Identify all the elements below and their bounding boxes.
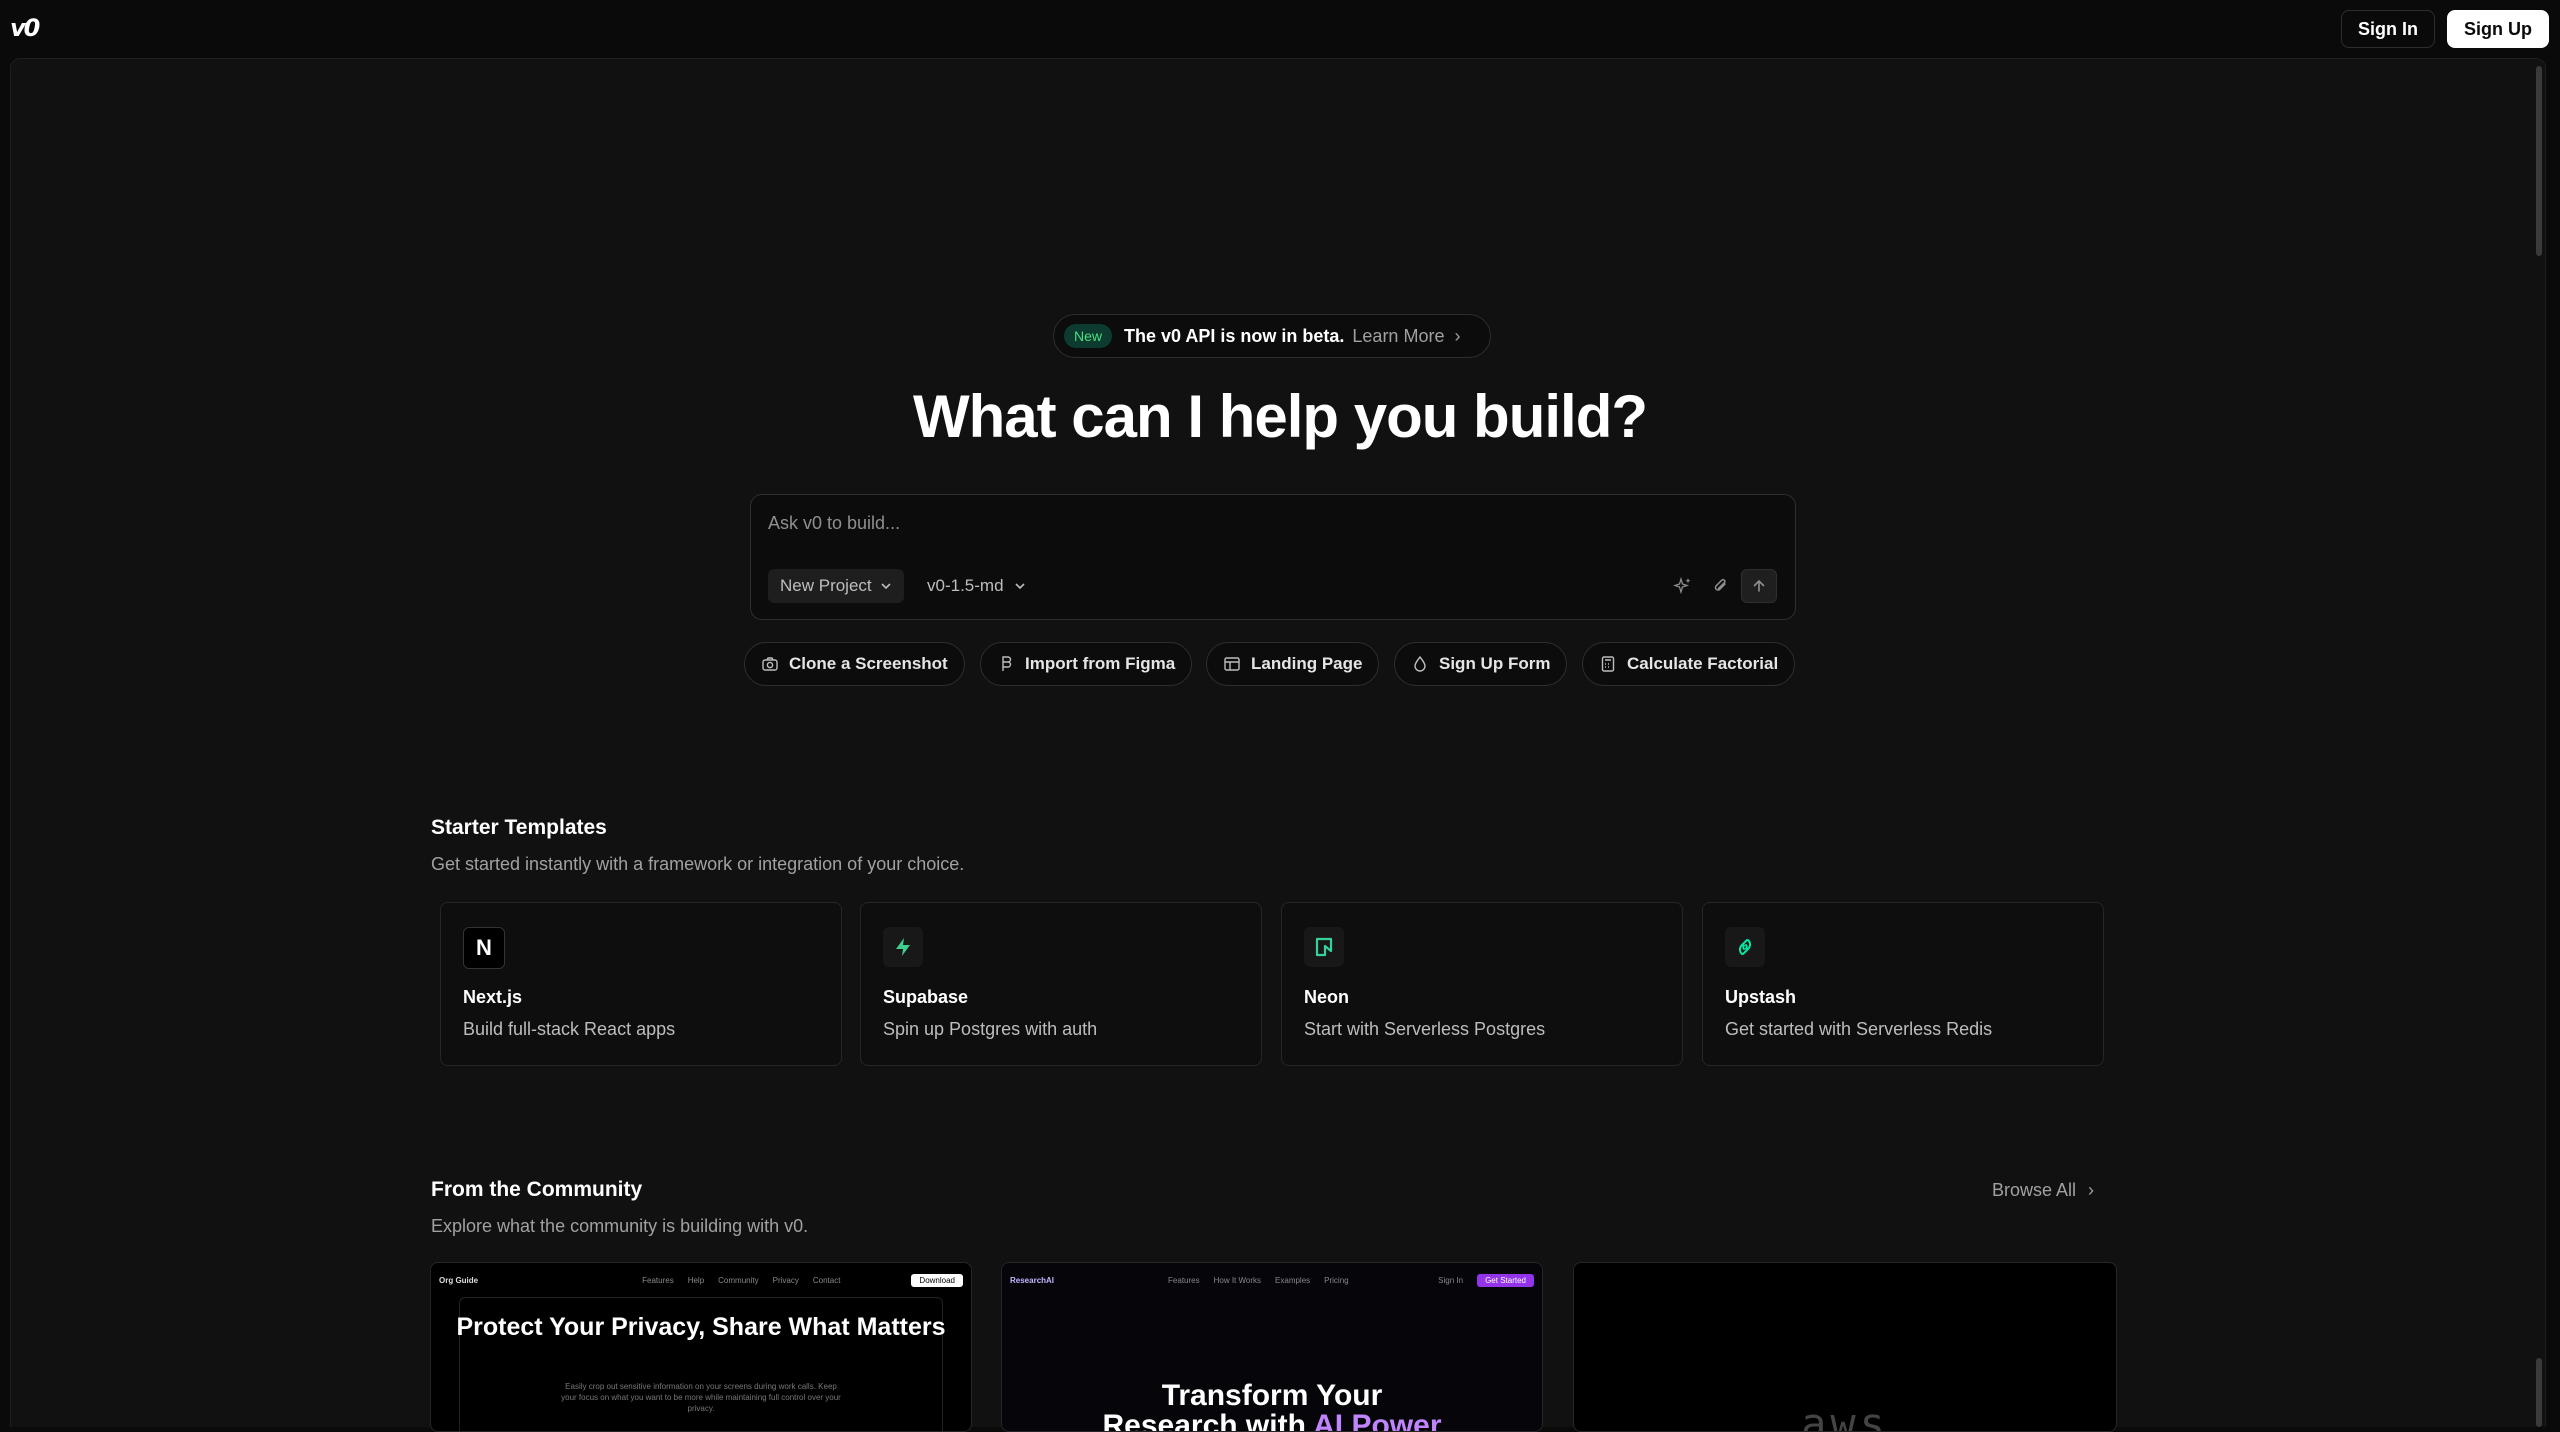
template-name: Upstash — [1725, 987, 1797, 1007]
mini-cta: Download — [911, 1273, 963, 1287]
community-item-aws[interactable]: aws — [1573, 1262, 2117, 1432]
new-badge: New — [1064, 324, 1113, 348]
suggestion-calculate-factorial[interactable]: Calculate Factorial — [1582, 642, 1796, 686]
suggestion-label: Import from Figma — [1025, 654, 1176, 673]
paperclip-icon[interactable] — [1709, 574, 1733, 598]
template-name: Next.js — [463, 987, 523, 1007]
template-card-neon[interactable]: Neon Start with Serverless Postgres — [1281, 902, 1683, 1066]
sparkle-icon[interactable] — [1671, 574, 1695, 598]
community-item-title: Transform Your Research with AI Power — [1002, 1381, 1542, 1432]
scrollbar-thumb[interactable] — [2536, 66, 2542, 256]
send-button[interactable] — [1741, 569, 1777, 603]
mini-nav-item: Privacy — [772, 1275, 799, 1285]
project-selector-label: New Project — [780, 576, 872, 595]
community-item-title: Protect Your Privacy, Share What Matters — [456, 1313, 946, 1341]
top-bar: v0 Sign In Sign Up — [0, 0, 2560, 58]
community-item-research[interactable]: ResearchAI Features How It Works Example… — [1001, 1262, 1543, 1432]
mini-brand: ResearchAI — [1010, 1275, 1055, 1285]
suggestion-label: Landing Page — [1251, 654, 1363, 673]
suggestion-label: Sign Up Form — [1439, 654, 1551, 673]
scrollbar-thumb-secondary[interactable] — [2536, 1358, 2542, 1427]
template-description: Start with Serverless Postgres — [1304, 1019, 1546, 1039]
sign-in-button[interactable]: Sign In — [2341, 10, 2435, 48]
chevron-right-icon: › — [1454, 325, 1461, 346]
neon-icon — [1304, 927, 1344, 967]
sign-up-button[interactable]: Sign Up — [2447, 10, 2549, 48]
mini-nav-item: Community — [718, 1275, 759, 1285]
browse-all-link[interactable]: Browse All › — [1992, 1180, 2094, 1201]
suggestion-label: Clone a Screenshot — [789, 654, 948, 673]
mini-nav: Org Guide Features Help Community Privac… — [439, 1271, 963, 1289]
mini-nav-item: Pricing — [1324, 1275, 1349, 1285]
model-selector-label: v0-1.5-md — [927, 576, 1004, 595]
upstash-icon — [1725, 927, 1765, 967]
template-description: Build full-stack React apps — [463, 1019, 676, 1039]
announcement-pill[interactable]: New The v0 API is now in beta. Learn Mor… — [1053, 314, 1491, 358]
title-line-2: Research with AI Power — [1002, 1411, 1542, 1432]
prompt-input[interactable]: Ask v0 to build... — [768, 513, 900, 534]
mini-sign-in: Sign In — [1438, 1275, 1464, 1285]
template-card-upstash[interactable]: Upstash Get started with Serverless Redi… — [1702, 902, 2104, 1066]
template-name: Supabase — [883, 987, 969, 1007]
mini-cta: Get Started — [1477, 1273, 1534, 1287]
title-line-1: Transform Your — [1161, 1379, 1383, 1412]
main-panel — [10, 58, 2546, 1427]
community-subtitle: Explore what the community is building w… — [431, 1216, 809, 1236]
template-card-supabase[interactable]: Supabase Spin up Postgres with auth — [860, 902, 1262, 1066]
chevron-down-icon — [881, 583, 891, 590]
suggestion-landing-page[interactable]: Landing Page — [1206, 642, 1380, 686]
arrow-up-icon — [1753, 579, 1765, 592]
layout-icon — [1224, 657, 1240, 671]
suggestion-clone-screenshot[interactable]: Clone a Screenshot — [744, 642, 965, 686]
title-line-2-accent: AI Power — [1313, 1409, 1442, 1432]
mini-nav-item: Examples — [1275, 1275, 1311, 1285]
template-name: Neon — [1304, 987, 1349, 1007]
mini-brand: Org Guide — [439, 1275, 479, 1285]
announcement-text: The v0 API is now in beta. — [1124, 325, 1345, 346]
mini-nav: ResearchAI Features How It Works Example… — [1010, 1271, 1534, 1289]
suggestion-label: Calculate Factorial — [1627, 654, 1779, 673]
mini-nav-item: Features — [1168, 1275, 1200, 1285]
camera-icon — [762, 657, 778, 671]
starter-templates-subtitle: Get started instantly with a framework o… — [431, 854, 965, 874]
droplet-icon — [1414, 655, 1426, 672]
template-card-nextjs[interactable]: N Next.js Build full-stack React apps — [440, 902, 842, 1066]
page-title: What can I help you build? — [913, 383, 1648, 450]
project-selector[interactable]: New Project — [768, 569, 904, 603]
template-description: Spin up Postgres with auth — [883, 1019, 1098, 1039]
mini-nav-item: How It Works — [1213, 1275, 1262, 1285]
mini-nav-item: Contact — [812, 1275, 841, 1285]
browse-all-label: Browse All — [1992, 1180, 2077, 1200]
community-item-body: Easily crop out sensitive information on… — [561, 1382, 841, 1413]
title-line-2-text: Research with — [1102, 1409, 1314, 1432]
starter-templates-title: Starter Templates — [431, 816, 607, 839]
template-description: Get started with Serverless Redis — [1725, 1019, 1993, 1039]
chevron-right-icon: › — [2088, 1180, 2095, 1200]
mini-nav-item: Help — [687, 1275, 705, 1285]
chevron-down-icon — [1014, 583, 1025, 590]
calculator-icon — [1601, 656, 1615, 672]
prompt-box[interactable]: Ask v0 to build... New Project v0-1.5-md — [750, 494, 1796, 620]
suggestion-import-figma[interactable]: Import from Figma — [980, 642, 1193, 686]
suggestion-sign-up-form[interactable]: Sign Up Form — [1394, 642, 1568, 686]
community-item-privacy[interactable]: Org Guide Features Help Community Privac… — [430, 1262, 972, 1432]
v0-logo[interactable]: v0 — [10, 14, 40, 42]
community-item-label: aws — [1801, 1399, 1889, 1432]
figma-icon — [1002, 656, 1012, 671]
community-title: From the Community — [431, 1178, 643, 1201]
model-selector[interactable]: v0-1.5-md — [927, 569, 1026, 603]
supabase-icon — [883, 927, 923, 967]
mini-nav-item: Features — [642, 1275, 674, 1285]
learn-more-link[interactable]: Learn More — [1352, 326, 1444, 347]
nextjs-icon: N — [463, 927, 505, 969]
